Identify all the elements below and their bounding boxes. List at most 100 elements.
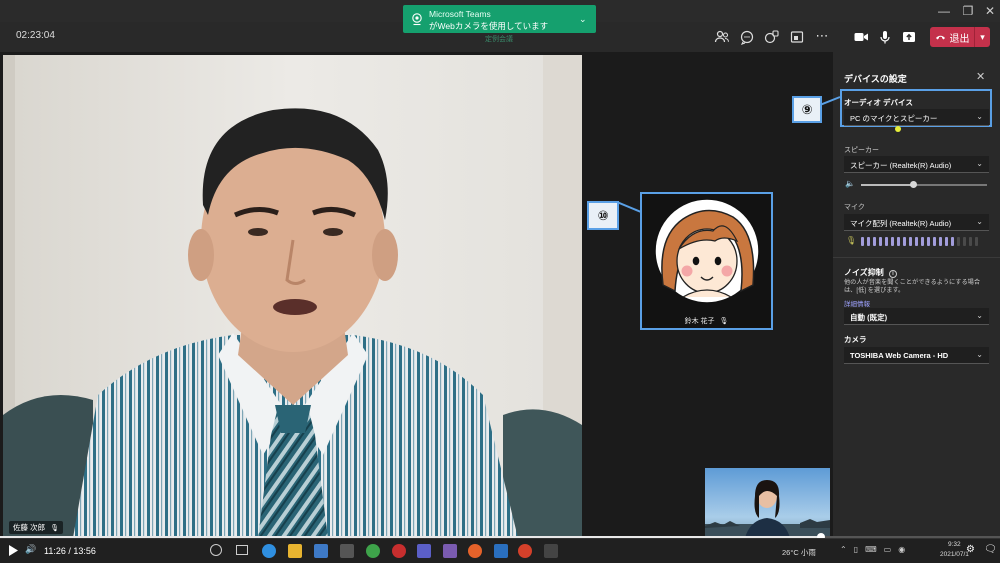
more-icon[interactable]: ⋯ [813, 28, 831, 46]
main-participant-video[interactable]: 佐藤 次郎 🎙 [3, 55, 582, 538]
mic-level-bar [885, 237, 888, 246]
speaker-select[interactable]: スピーカー (Realtek(R) Audio) ⌄ [844, 156, 989, 173]
close-icon[interactable]: ✕ [976, 70, 985, 83]
cursor-highlight [895, 126, 901, 132]
settings-icon[interactable]: ⚙ [966, 544, 975, 555]
chevron-down-icon: ⌄ [976, 159, 983, 168]
mic-label: マイク [844, 204, 865, 211]
mic-icon[interactable] [876, 28, 894, 46]
weather-text[interactable]: 26°C 小雨 [782, 547, 816, 558]
speaker-volume-slider[interactable] [861, 181, 987, 188]
task-view-icon[interactable] [236, 545, 248, 555]
maximize-button[interactable]: ❐ [956, 2, 980, 20]
noise-value: 自動 (既定) [850, 313, 888, 322]
callout-marker: ⑩ [587, 201, 619, 230]
share-tray-icon[interactable] [788, 28, 806, 46]
notification-message: がWebカメラを使用しています [429, 21, 549, 31]
participants-icon[interactable] [713, 28, 731, 46]
participant-name: 鈴木 花子 [684, 318, 715, 325]
noise-suppression-description: 他の人が音楽を聞くことができるようにする場合は、[低] を選びます。 [844, 279, 981, 294]
chevron-down-icon: ⌄ [976, 112, 983, 121]
playback-time: 11:26 / 13:56 [44, 546, 96, 556]
app-icon[interactable] [340, 544, 354, 558]
mic-level-bar [909, 237, 912, 246]
mic-select[interactable]: マイク配列 (Realtek(R) Audio) ⌄ [844, 214, 989, 231]
presenter-video-frame [3, 55, 582, 538]
mic-level-bar [969, 237, 972, 246]
leave-button[interactable]: 退出 [930, 27, 974, 47]
close-window-button[interactable]: ✕ [978, 2, 1000, 20]
chevron-down-icon[interactable]: ⌄ [579, 14, 587, 25]
mic-level-icon: 🎙 [846, 236, 857, 245]
mic-value: マイク配列 (Realtek(R) Audio) [850, 219, 952, 228]
mic-level-bar [927, 237, 930, 246]
notification-center-icon[interactable]: 🗨 [984, 544, 997, 555]
app-icon[interactable] [518, 544, 532, 558]
edge-icon[interactable] [262, 544, 276, 558]
teams-window: — ❐ ✕ 02:23:04 ⋯ 退出 ▾ Microsoft Teams がW… [0, 0, 1000, 563]
play-icon[interactable] [8, 544, 19, 562]
volume-icon[interactable]: 🔊 [25, 544, 36, 555]
learn-more-link[interactable]: 詳細情報 [844, 298, 870, 308]
share-icon[interactable] [900, 28, 918, 46]
camera-icon[interactable] [852, 28, 870, 46]
mic-level-bar [975, 237, 978, 246]
mic-level-meter [861, 237, 978, 246]
chevron-down-icon: ⌄ [976, 217, 983, 226]
participant-name: 佐藤 次郎 [13, 523, 46, 532]
callout-connector [820, 96, 841, 106]
volume-fill [861, 184, 913, 186]
tray-icons[interactable]: ⌃▯⌨▭◉ [840, 545, 912, 554]
camera-value: TOSHIBA Web Camera - HD [850, 351, 949, 360]
webcam-icon [412, 13, 422, 26]
clock-time: 9:32 [948, 541, 961, 548]
camera-notification-toast[interactable]: Microsoft Teams がWebカメラを使用しています ⌄ [403, 5, 596, 33]
taskbar: 🔊 11:26 / 13:56 26°C 小雨 ⌃▯⌨▭◉ 9:32 2021/… [0, 538, 1000, 563]
participant-avatar [654, 198, 760, 304]
notification-app-name: Microsoft Teams [429, 9, 491, 19]
app-icon[interactable] [494, 544, 508, 558]
mic-level-bar [945, 237, 948, 246]
audio-device-value: PC のマイクとスピーカー [850, 114, 938, 123]
mic-level-bar [891, 237, 894, 246]
search-icon[interactable] [210, 544, 222, 556]
noise-suppression-select[interactable]: 自動 (既定) ⌄ [844, 308, 989, 325]
self-video-frame [705, 468, 830, 538]
reactions-icon[interactable] [762, 28, 780, 46]
audio-device-select[interactable]: PC のマイクとスピーカー ⌄ [844, 109, 989, 126]
clock-date: 2021/07/1 [940, 551, 969, 558]
leave-options-chevron-icon[interactable]: ▾ [974, 27, 990, 47]
chevron-down-icon: ⌄ [976, 350, 983, 359]
firefox-icon[interactable] [468, 544, 482, 558]
mic-level-bar [873, 237, 876, 246]
minimize-button[interactable]: — [932, 2, 956, 20]
mic-level-bar [879, 237, 882, 246]
mic-level-bar [939, 237, 942, 246]
participant-tile[interactable]: 鈴木 花子 🎙 [640, 192, 773, 330]
app-icon[interactable] [443, 544, 457, 558]
store-icon[interactable] [314, 544, 328, 558]
mic-level-bar [861, 237, 864, 246]
chrome-icon[interactable] [366, 544, 380, 558]
camera-select[interactable]: TOSHIBA Web Camera - HD ⌄ [844, 347, 989, 364]
volume-knob[interactable] [909, 181, 917, 188]
camera-label: カメラ [844, 335, 867, 344]
mic-level-bar [957, 237, 960, 246]
audio-device-label: オーディオ デバイス [844, 98, 913, 107]
speaker-value: スピーカー (Realtek(R) Audio) [850, 161, 952, 170]
mic-muted-icon: 🎙 [719, 318, 729, 325]
callout-marker: ⑨ [792, 96, 822, 123]
self-view-video[interactable] [705, 468, 830, 538]
noise-suppression-title: ノイズ抑制 i [844, 267, 897, 278]
teams-icon[interactable] [417, 544, 431, 558]
info-icon[interactable]: i [889, 270, 897, 278]
mic-level-bar [951, 237, 954, 246]
app-icon[interactable] [544, 544, 558, 558]
chat-icon[interactable] [738, 28, 756, 46]
mic-level-bar [963, 237, 966, 246]
file-explorer-icon[interactable] [288, 544, 302, 558]
meeting-timer: 02:23:04 [16, 30, 55, 41]
recorder-icon[interactable] [392, 544, 406, 558]
callout-connector [617, 201, 642, 213]
mic-muted-icon: 🎙 [50, 525, 60, 532]
